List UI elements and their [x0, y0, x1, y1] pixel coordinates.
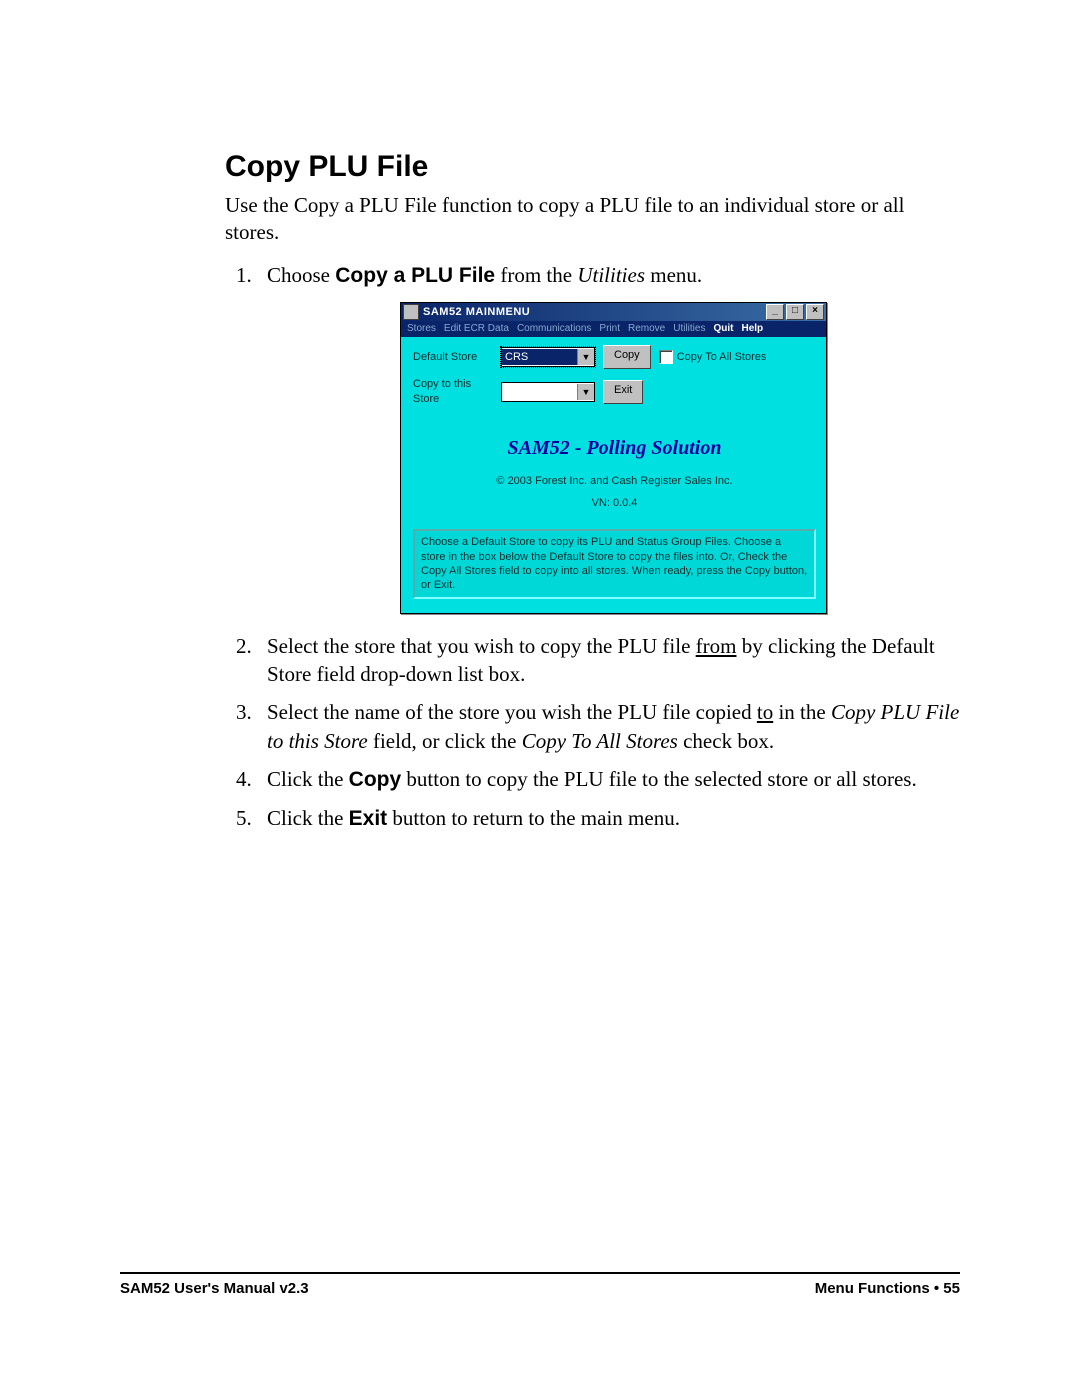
window-buttons: _ □ ×	[766, 304, 824, 320]
menu-communications[interactable]: Communications	[517, 322, 591, 336]
window-title: SAM52 MAINMENU	[423, 305, 766, 320]
label-copy-all: Copy To All Stores	[677, 350, 767, 365]
copy-to-dropdown[interactable]: ▼	[501, 382, 595, 402]
footer-right: Menu Functions • 55	[815, 1280, 960, 1297]
copy-to-value	[502, 384, 577, 400]
step-1: Choose Copy a PLU File from the Utilitie…	[257, 261, 960, 614]
step-2: Select the store that you wish to copy t…	[257, 632, 960, 689]
copyright-text: © 2003 Forest Inc. and Cash Register Sal…	[413, 474, 816, 489]
menubar: Stores Edit ECR Data Communications Prin…	[401, 321, 826, 337]
version-text: VN: 0.0.4	[413, 496, 816, 511]
manual-page: Copy PLU File Use the Copy a PLU File fu…	[0, 0, 1080, 1397]
footer-left: SAM52 User's Manual v2.3	[120, 1280, 309, 1297]
app-icon	[403, 304, 419, 320]
app-body: Default Store CRS ▼ Copy Copy To All Sto…	[401, 337, 826, 613]
section-heading: Copy PLU File	[225, 150, 960, 184]
label-default-store: Default Store	[413, 350, 493, 365]
chevron-down-icon[interactable]: ▼	[577, 349, 594, 365]
info-box: Choose a Default Store to copy its PLU a…	[413, 529, 816, 598]
step-3: Select the name of the store you wish th…	[257, 698, 960, 755]
step-4: Click the Copy button to copy the PLU fi…	[257, 765, 960, 794]
menu-edit[interactable]: Edit ECR Data	[444, 322, 509, 336]
menu-remove[interactable]: Remove	[628, 322, 665, 336]
page-footer: SAM52 User's Manual v2.3 Menu Functions …	[120, 1272, 960, 1297]
row-default-store: Default Store CRS ▼ Copy Copy To All Sto…	[413, 345, 816, 369]
menu-utilities[interactable]: Utilities	[673, 322, 705, 336]
minimize-button[interactable]: _	[766, 304, 784, 320]
steps-list: Choose Copy a PLU File from the Utilitie…	[225, 261, 960, 834]
maximize-button[interactable]: □	[786, 304, 804, 320]
menu-quit[interactable]: Quit	[713, 322, 733, 336]
default-store-value: CRS	[502, 349, 577, 365]
close-button[interactable]: ×	[806, 304, 824, 320]
chevron-down-icon[interactable]: ▼	[577, 384, 594, 400]
default-store-dropdown[interactable]: CRS ▼	[501, 347, 595, 367]
copy-button[interactable]: Copy	[603, 345, 651, 369]
menu-print[interactable]: Print	[599, 322, 620, 336]
app-window: SAM52 MAINMENU _ □ × Stores Edit ECR Dat…	[400, 302, 827, 614]
menu-stores[interactable]: Stores	[407, 322, 436, 336]
copy-all-checkbox[interactable]	[659, 350, 673, 364]
row-copy-to: Copy to this Store ▼ Exit	[413, 377, 816, 407]
titlebar: SAM52 MAINMENU _ □ ×	[401, 303, 826, 321]
copy-all-checkbox-wrap[interactable]: Copy To All Stores	[659, 350, 767, 365]
menu-help[interactable]: Help	[741, 322, 763, 336]
label-copy-to: Copy to this Store	[413, 377, 493, 407]
intro-paragraph: Use the Copy a PLU File function to copy…	[225, 192, 960, 247]
step-5: Click the Exit button to return to the m…	[257, 804, 960, 833]
app-branding-title: SAM52 - Polling Solution	[413, 435, 816, 462]
exit-button[interactable]: Exit	[603, 380, 643, 404]
